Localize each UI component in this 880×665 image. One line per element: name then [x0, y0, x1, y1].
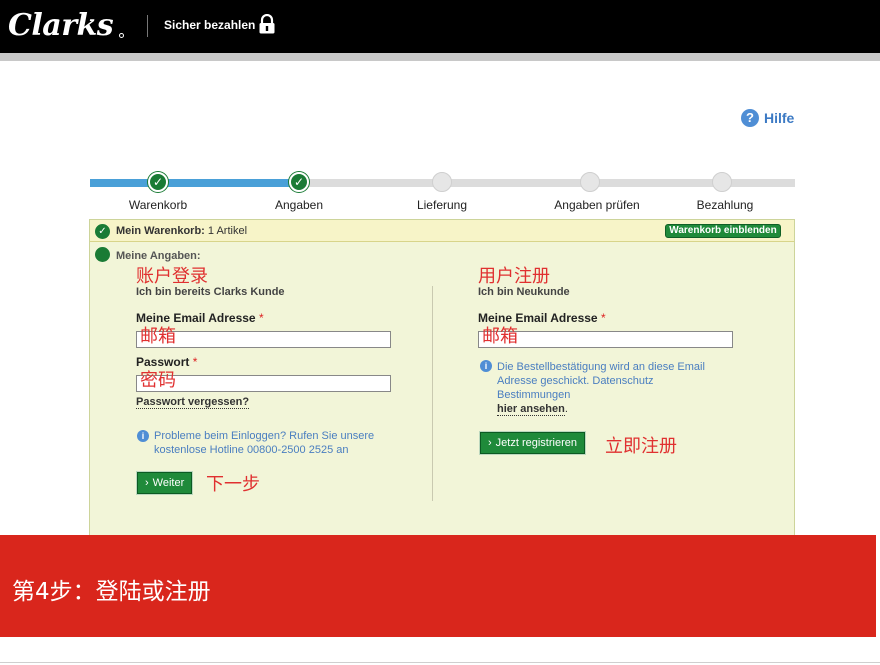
login-info-line-2: kostenlose Hotline 00800-2500 2525 an — [154, 444, 349, 456]
step-lieferung-circle — [432, 172, 452, 192]
login-email-annotation: 邮箱 — [140, 326, 176, 346]
bottom-divider — [0, 662, 880, 663]
register-email-label: Meine Email Adresse * — [478, 311, 606, 325]
login-heading: Ich bin bereits Clarks Kunde — [136, 286, 285, 298]
continue-arrow-icon: › — [145, 477, 149, 489]
question-mark-icon: ? — [741, 109, 759, 127]
register-heading: Ich bin Neukunde — [478, 286, 570, 298]
register-info-line-1: Die Bestellbestätigung wird an diese Ema… — [497, 361, 705, 373]
details-status-icon — [95, 247, 110, 262]
logo-trademark-icon — [119, 33, 124, 38]
privacy-link-suffix: . — [564, 403, 568, 415]
login-info-icon: i — [137, 430, 149, 442]
show-cart-button[interactable]: Warenkorb einblenden — [665, 224, 781, 238]
register-button[interactable]: › Jetzt registrieren — [480, 432, 585, 454]
cart-item-count: 1 Artikel — [207, 225, 248, 237]
details-title: Meine Angaben: — [116, 250, 201, 262]
login-email-required-mark: * — [258, 311, 264, 325]
progress-fill — [90, 179, 300, 187]
help-label: Hilfe — [764, 110, 795, 126]
top-bar: Clarks Sicher bezahlen — [0, 0, 880, 53]
register-email-input[interactable]: 邮箱 — [478, 326, 733, 348]
step-label-lieferung: Lieferung — [416, 198, 468, 212]
checkout-page: Clarks Sicher bezahlen ? Hilfe ✓ ✓ Waren… — [0, 0, 880, 665]
step-label-warenkorb: Warenkorb — [128, 198, 188, 212]
login-password-input[interactable]: 密码 — [136, 370, 391, 392]
login-password-label: Passwort * — [136, 355, 197, 369]
step-banner-text: 第4步：登陆或注册 — [12, 579, 211, 605]
register-info-icon: i — [480, 360, 492, 372]
register-button-label: Jetzt registrieren — [495, 437, 577, 449]
continue-button[interactable]: › Weiter — [137, 472, 193, 494]
register-annotation: 用户注册 — [478, 266, 550, 287]
column-divider — [432, 286, 433, 501]
header-strip — [0, 53, 880, 61]
step-label-angaben: Angaben — [274, 198, 324, 212]
help-link[interactable]: ? Hilfe — [741, 109, 794, 127]
privacy-link-row: hier ansehen. — [497, 403, 568, 416]
login-password-required-mark: * — [192, 355, 198, 369]
login-annotation: 账户登录 — [136, 266, 208, 287]
register-email-required-mark: * — [600, 311, 606, 325]
step-label-angaben-pruefen: Angaben prüfen — [554, 198, 640, 212]
step-angaben-check-icon: ✓ — [289, 172, 309, 192]
register-button-annotation: 立即注册 — [605, 436, 677, 457]
forgot-password-link[interactable]: Passwort vergessen? — [136, 396, 250, 409]
cart-summary-text: Mein Warenkorb: 1 Artikel — [116, 225, 247, 237]
cart-check-icon: ✓ — [95, 224, 110, 239]
checkout-panel: ✓ Mein Warenkorb: 1 Artikel Warenkorb ei… — [89, 219, 795, 549]
register-info-line-2: Adresse geschickt. Datenschutz — [497, 375, 654, 387]
login-password-label-text: Passwort — [136, 355, 190, 369]
login-info-line-1: Probleme beim Einloggen? Rufen Sie unser… — [154, 430, 375, 442]
lock-icon — [259, 14, 275, 34]
register-email-label-text: Meine Email Adresse — [478, 311, 598, 325]
continue-annotation: 下一步 — [206, 474, 260, 495]
login-email-input[interactable]: 邮箱 — [136, 326, 391, 348]
login-password-annotation: 密码 — [140, 370, 176, 390]
clarks-logo[interactable]: Clarks — [8, 8, 114, 43]
header-divider — [147, 15, 148, 37]
step-bezahlung-circle — [712, 172, 732, 192]
register-arrow-icon: › — [488, 437, 492, 449]
login-email-label-text: Meine Email Adresse — [136, 311, 256, 325]
register-email-annotation: 邮箱 — [482, 326, 518, 346]
step-banner: 第4步：登陆或注册 — [0, 535, 876, 637]
login-email-label: Meine Email Adresse * — [136, 311, 264, 325]
step-warenkorb-check-icon: ✓ — [148, 172, 168, 192]
cart-summary-label: Mein Warenkorb: — [116, 225, 205, 237]
step-label-bezahlung: Bezahlung — [696, 198, 754, 212]
secure-payment-label: Sicher bezahlen — [164, 18, 256, 32]
cart-summary-bar: ✓ Mein Warenkorb: 1 Artikel Warenkorb ei… — [90, 220, 794, 242]
privacy-policy-link[interactable]: hier ansehen — [497, 403, 565, 416]
continue-button-label: Weiter — [152, 477, 185, 489]
register-info-line-3: Bestimmungen — [497, 389, 571, 401]
step-angaben-pruefen-circle — [580, 172, 600, 192]
